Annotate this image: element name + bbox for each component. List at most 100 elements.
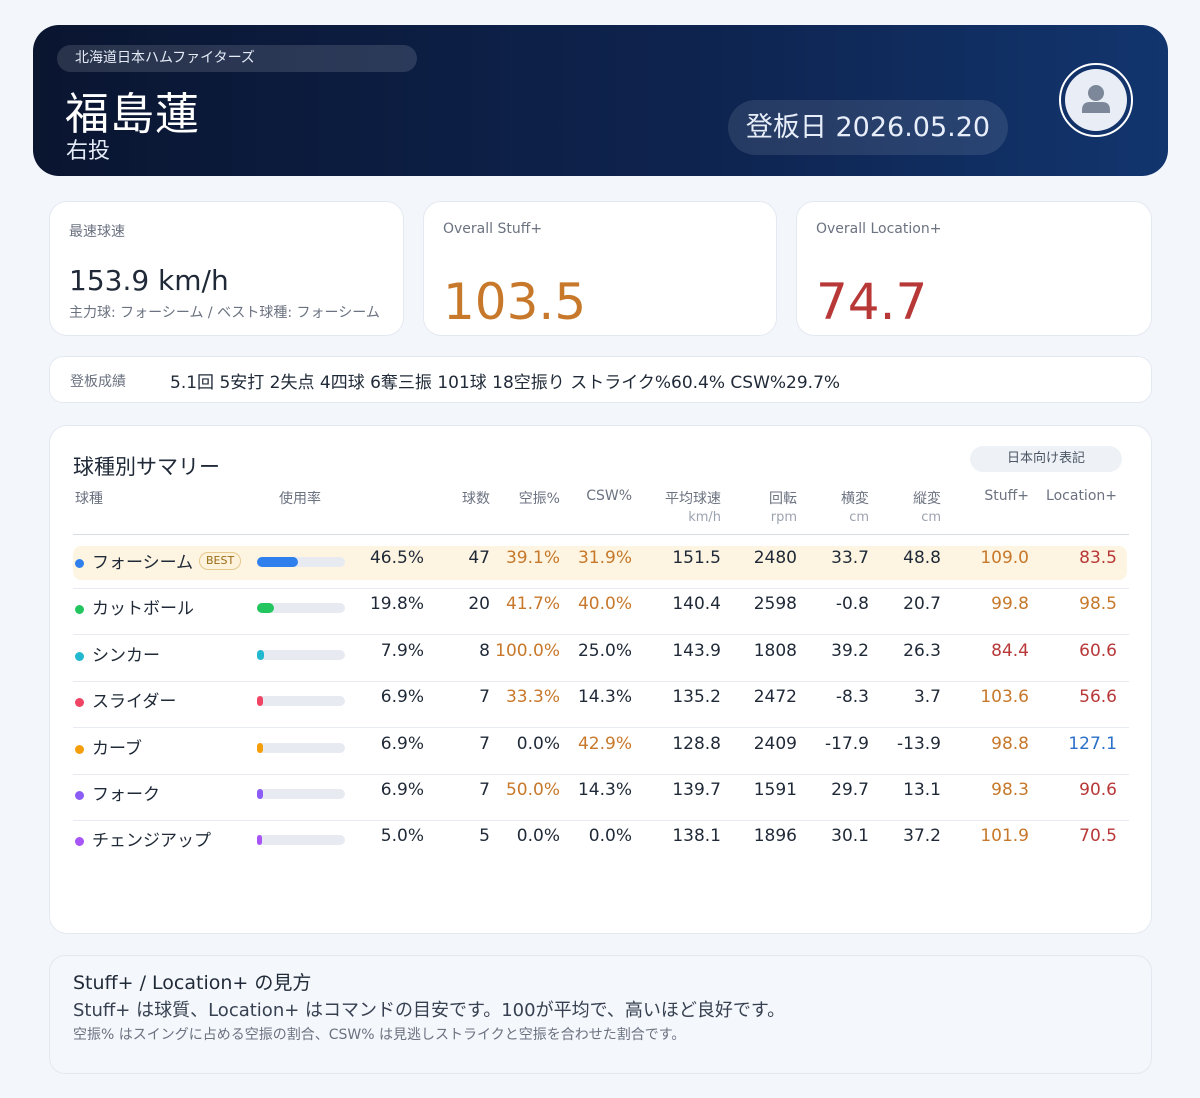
row-separator	[73, 820, 1129, 821]
usage-bar	[257, 649, 345, 660]
pitch-color-dot	[75, 651, 84, 661]
overall-stuff-card: Overall Stuff+ 103.5	[423, 201, 777, 336]
usage-bar-fill	[257, 696, 263, 707]
cell-velo: 139.7	[672, 780, 721, 800]
cell-csw: 14.3%	[577, 780, 632, 800]
team-name: 北海道日本ハムファイターズ	[57, 45, 417, 72]
pitch-name: チェンジアップ	[92, 831, 211, 852]
best-badge: BEST	[199, 552, 242, 570]
cell-velo: 128.8	[672, 733, 721, 754]
cell-csw: 25.0%	[577, 640, 632, 661]
pitch-color-dot	[75, 605, 84, 615]
cell-hbreak: 39.2	[831, 640, 869, 661]
player-avatar	[1059, 63, 1133, 137]
pitch-summary-title: 球種別サマリー	[73, 455, 220, 479]
usage-bar	[257, 557, 345, 567]
cell-velo: 143.9	[672, 640, 721, 661]
usage-bar	[257, 603, 345, 614]
cell-vbreak: -13.9	[897, 733, 941, 754]
cell-whiff: 41.7%	[505, 594, 560, 615]
cell-whiff: 33.3%	[505, 687, 560, 708]
cell-hbreak: -17.9	[825, 733, 869, 754]
row-separator	[73, 773, 1129, 775]
usage-bar-fill	[257, 557, 298, 567]
cell-location: 70.5	[1079, 826, 1117, 847]
overall-stuff-value: 103.5	[443, 273, 587, 331]
pitch-name: カットボール	[92, 599, 194, 620]
explanation-card: Stuff+ / Location+ の見方 Stuff+ は球質、Locati…	[49, 955, 1152, 1074]
pitch-summary-card: 球種別サマリー 日本向け表記 球種 使用率 球数 空振% CSW% 平均球速 k…	[49, 425, 1152, 934]
cell-count: 7	[479, 780, 490, 800]
cell-stuff: 98.3	[991, 780, 1029, 800]
pitch-name: シンカー	[92, 645, 160, 666]
row-separator	[73, 588, 1129, 589]
row-separator	[73, 727, 1129, 729]
appearance-date: 登板日 2026.05.20	[728, 100, 1008, 155]
overall-location-value: 74.7	[816, 273, 928, 331]
cell-hbreak: -8.3	[835, 687, 869, 708]
cell-hbreak: 30.1	[831, 826, 869, 847]
cell-usage: 5.0%	[380, 826, 424, 847]
throwing-hand: 右投	[66, 139, 111, 164]
pitch-name: フォーク	[92, 785, 160, 805]
notation-toggle[interactable]: 日本向け表記	[970, 446, 1122, 472]
cell-location: 90.6	[1079, 780, 1117, 800]
cell-velo: 135.2	[672, 687, 721, 708]
pitch-color-dot	[75, 791, 84, 800]
pitch-color-dot	[75, 837, 84, 847]
cell-count: 47	[468, 548, 490, 568]
cell-spin: 1591	[753, 780, 797, 800]
col-vbreak: 縦変	[913, 491, 941, 507]
cell-vbreak: 26.3	[903, 640, 941, 661]
col-hbreak: 横変	[841, 491, 869, 507]
explanation-title: Stuff+ / Location+ の見方	[73, 972, 312, 994]
cell-hbreak: 29.7	[831, 780, 869, 800]
cell-usage: 6.9%	[380, 780, 424, 800]
cell-velo: 140.4	[672, 594, 721, 615]
cell-location: 98.5	[1079, 594, 1117, 615]
game-result-card: 登板成績 5.1回 5安打 2失点 4四球 6奪三振 101球 18空振り スト…	[49, 356, 1152, 403]
col-usage: 使用率	[279, 491, 321, 507]
overall-stuff-label: Overall Stuff+	[443, 221, 543, 237]
cell-hbreak: 33.7	[831, 548, 869, 568]
cell-stuff: 103.6	[980, 687, 1029, 708]
cell-location: 127.1	[1068, 733, 1117, 754]
overall-location-label: Overall Location+	[816, 221, 942, 237]
top-speed-sub: 主力球: フォーシーム / ベスト球種: フォーシーム	[69, 305, 380, 321]
pitch-name: スライダー	[92, 692, 177, 713]
cell-usage: 46.5%	[369, 548, 424, 568]
cell-stuff: 101.9	[980, 826, 1029, 847]
cell-count: 20	[468, 594, 490, 615]
cell-spin: 1896	[753, 826, 797, 847]
cell-usage: 19.8%	[369, 594, 424, 615]
cell-whiff: 100.0%	[495, 640, 560, 661]
cell-usage: 6.9%	[380, 733, 424, 754]
cell-stuff: 99.8	[991, 594, 1029, 615]
explanation-note: 空振% はスイングに占める空振の割合、CSW% は見逃しストライクと空振を合わせ…	[73, 1027, 686, 1043]
col-hbreak-unit: cm	[849, 510, 869, 525]
cell-count: 7	[479, 687, 490, 708]
col-count: 球数	[462, 491, 490, 507]
cell-stuff: 98.8	[991, 733, 1029, 754]
col-csw: CSW%	[586, 488, 632, 504]
col-spin-unit: rpm	[770, 510, 797, 525]
col-spin: 回転	[769, 491, 797, 507]
cell-stuff: 109.0	[980, 548, 1029, 568]
pitch-name: カーブ	[92, 738, 142, 759]
cell-csw: 40.0%	[577, 594, 632, 615]
cell-vbreak: 13.1	[903, 780, 941, 800]
cell-whiff: 39.1%	[505, 548, 560, 568]
overall-location-card: Overall Location+ 74.7	[796, 201, 1152, 336]
pitch-color-dot	[75, 698, 84, 708]
cell-spin: 2598	[753, 594, 797, 615]
col-whiff: 空振%	[518, 491, 560, 507]
col-stuff: Stuff+	[984, 488, 1029, 504]
col-velo: 平均球速	[665, 491, 721, 507]
col-velo-unit: km/h	[688, 510, 721, 525]
usage-bar-fill	[257, 835, 262, 846]
cell-count: 8	[479, 640, 490, 661]
usage-bar	[257, 696, 345, 707]
cell-velo: 151.5	[672, 548, 721, 568]
cell-vbreak: 20.7	[903, 594, 941, 615]
cell-whiff: 50.0%	[505, 780, 560, 800]
